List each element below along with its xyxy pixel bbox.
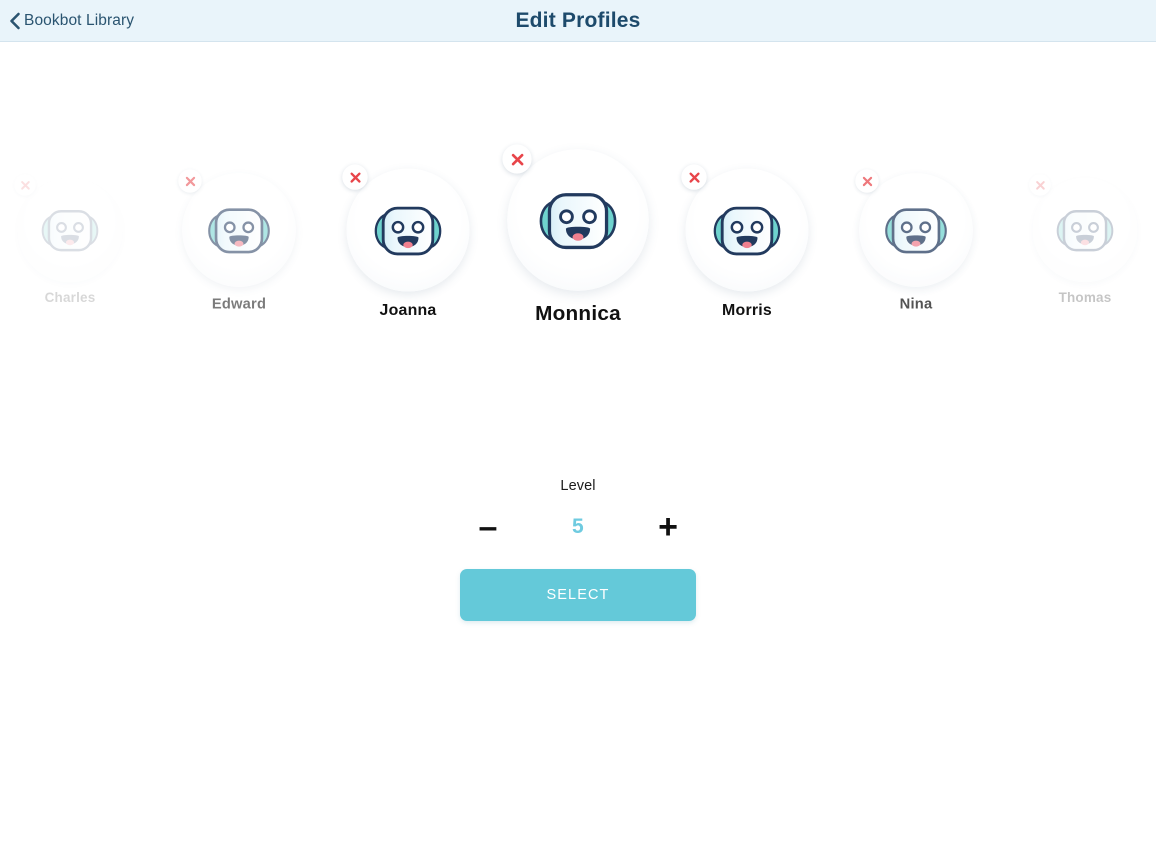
avatar-disc bbox=[17, 177, 123, 283]
avatar-disc bbox=[346, 168, 470, 292]
profile-avatar[interactable] bbox=[342, 164, 470, 292]
avatar-disc bbox=[182, 173, 296, 287]
avatar-disc bbox=[685, 168, 809, 292]
profile-name: Morris bbox=[722, 301, 772, 320]
profile-name: Thomas bbox=[1058, 290, 1112, 306]
level-label: Level bbox=[560, 478, 596, 494]
profile-avatar[interactable] bbox=[1029, 174, 1138, 283]
profile-card[interactable]: Nina bbox=[833, 169, 1000, 313]
delete-profile-button[interactable] bbox=[14, 174, 36, 196]
profile-card[interactable]: Charles bbox=[0, 174, 147, 306]
avatar-disc bbox=[859, 173, 973, 287]
delete-profile-button[interactable] bbox=[342, 164, 368, 190]
profile-name: Nina bbox=[899, 295, 933, 313]
level-decrement-button[interactable]: – bbox=[460, 507, 516, 547]
profile-card[interactable]: Joanna bbox=[318, 164, 498, 320]
profile-avatar[interactable] bbox=[178, 169, 296, 287]
robot-face-icon bbox=[539, 193, 617, 250]
level-stepper[interactable]: – 5 + bbox=[460, 507, 696, 547]
select-button[interactable]: SELECT bbox=[460, 569, 696, 621]
page-title: Edit Profiles bbox=[515, 8, 641, 32]
profile-name: Charles bbox=[44, 290, 96, 306]
app-header: Bookbot Library Edit Profiles bbox=[0, 0, 1156, 42]
robot-face-icon bbox=[1056, 210, 1114, 252]
avatar-disc bbox=[507, 149, 649, 291]
level-increment-button[interactable]: + bbox=[640, 507, 696, 547]
profile-card[interactable]: Monnica bbox=[474, 144, 681, 326]
robot-face-icon bbox=[208, 208, 270, 254]
profile-card[interactable]: Thomas bbox=[1009, 174, 1156, 306]
profile-avatar[interactable] bbox=[14, 174, 123, 283]
back-link-label: Bookbot Library bbox=[24, 11, 135, 29]
level-section: Level – 5 + SELECT bbox=[0, 478, 1156, 621]
profile-card[interactable]: Morris bbox=[657, 164, 837, 320]
robot-face-icon bbox=[713, 206, 781, 256]
level-value: 5 bbox=[572, 515, 584, 538]
delete-profile-button[interactable] bbox=[502, 144, 532, 174]
profile-carousel[interactable]: Charles Edward Joanna Monnica Morris Nin… bbox=[0, 42, 1156, 332]
robot-face-icon bbox=[41, 210, 99, 252]
chevron-left-icon bbox=[9, 12, 21, 30]
delete-profile-button[interactable] bbox=[855, 169, 879, 193]
profile-avatar[interactable] bbox=[681, 164, 809, 292]
delete-profile-button[interactable] bbox=[178, 169, 202, 193]
profile-name: Edward bbox=[211, 295, 267, 313]
delete-profile-button[interactable] bbox=[681, 164, 707, 190]
avatar-disc bbox=[1032, 177, 1138, 283]
profile-avatar[interactable] bbox=[855, 169, 973, 287]
profile-card[interactable]: Edward bbox=[156, 169, 323, 313]
robot-face-icon bbox=[885, 208, 947, 254]
profile-name: Monnica bbox=[535, 301, 621, 325]
back-to-library-button[interactable]: Bookbot Library bbox=[9, 12, 134, 30]
profile-avatar[interactable] bbox=[502, 144, 649, 291]
robot-face-icon bbox=[374, 206, 442, 256]
delete-profile-button[interactable] bbox=[1029, 174, 1051, 196]
profile-name: Joanna bbox=[379, 301, 437, 320]
